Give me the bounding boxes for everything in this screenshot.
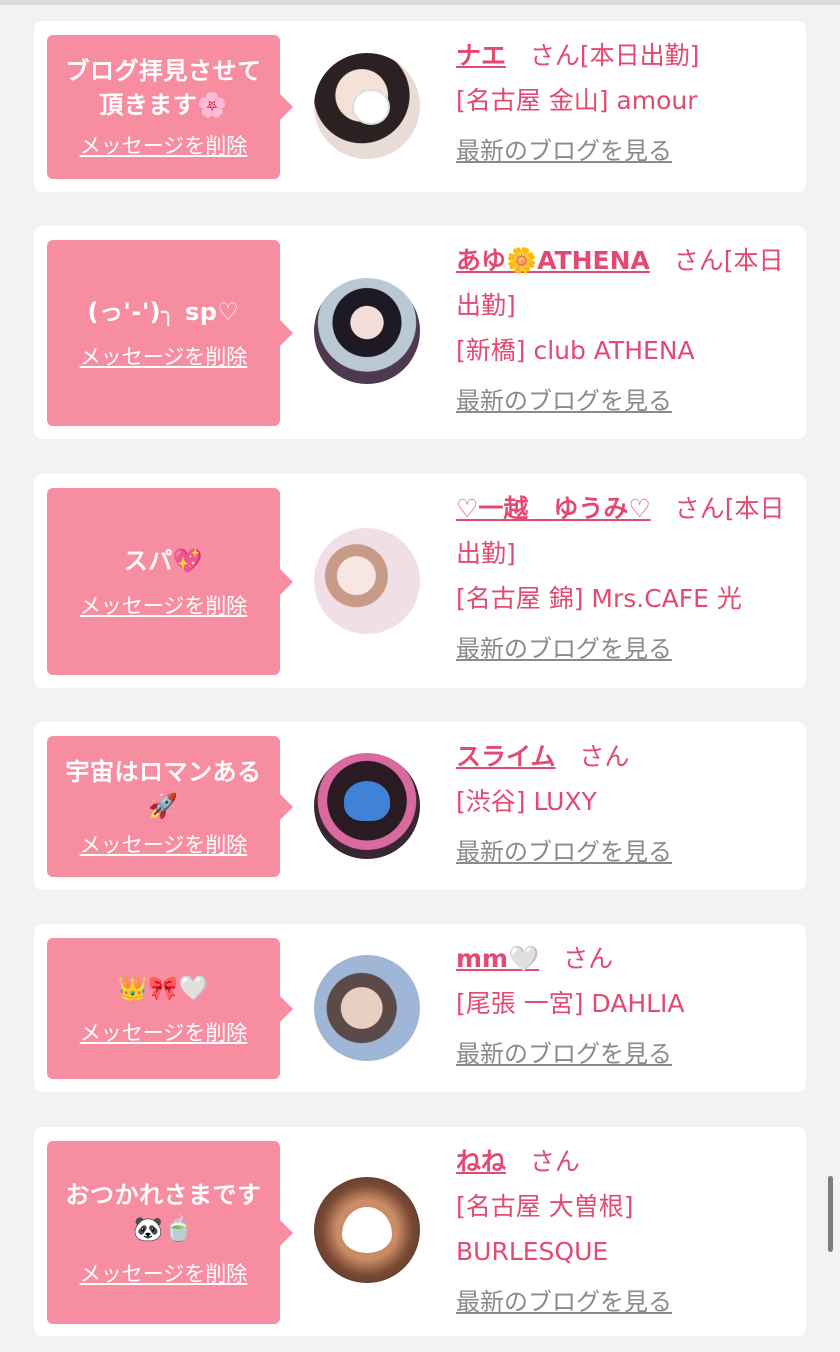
shop-info: [名古屋 大曽根] BURLESQUE xyxy=(456,1192,634,1266)
avatar[interactable] xyxy=(314,753,420,859)
delete-message-link[interactable]: メッセージを削除 xyxy=(80,590,248,620)
list-item: 👑🎀🤍 メッセージを削除 mm🤍 さん [尾張 一宮] DAHLIA 最新のブロ… xyxy=(34,924,806,1092)
message-text: ブログ拝見させて 頂きます🌸 xyxy=(65,57,262,119)
delete-message-link[interactable]: メッセージを削除 xyxy=(80,1258,248,1288)
scrollbar[interactable] xyxy=(828,1176,833,1252)
avatar[interactable] xyxy=(314,1177,420,1283)
profile-name-link[interactable]: ナエ xyxy=(456,41,506,70)
delete-message-link[interactable]: メッセージを削除 xyxy=(80,130,248,160)
honorific: さん xyxy=(529,41,580,70)
profile-name-link[interactable]: ねね xyxy=(456,1147,506,1176)
honorific: さん xyxy=(674,494,725,523)
panda-sticker-icon xyxy=(352,89,390,125)
list-item: スパ💖 メッセージを削除 ♡一越 ゆうみ♡ さん[本日出勤] [名古屋 錦] M… xyxy=(34,474,806,688)
profile-info: mm🤍 さん [尾張 一宮] DAHLIA 最新のブログを見る xyxy=(456,936,786,1077)
message-text: おつかれさまです 🐼🍵 xyxy=(65,1180,262,1243)
shop-info: [新橋] club ATHENA xyxy=(456,336,695,365)
work-status: [本日出勤] xyxy=(579,41,700,70)
honorific: さん xyxy=(563,944,614,973)
delete-message-link[interactable]: メッセージを削除 xyxy=(80,341,248,371)
profile-name-link[interactable]: スライム xyxy=(456,742,556,771)
message-text: スパ💖 xyxy=(123,546,204,575)
list-item: ブログ拝見させて 頂きます🌸 メッセージを削除 ナエ さん[本日出勤] [名古屋… xyxy=(34,21,806,192)
profile-info: ねね さん [名古屋 大曽根] BURLESQUE 最新のブログを見る xyxy=(456,1139,676,1325)
profile-name-link[interactable]: mm🤍 xyxy=(456,944,539,973)
avatar[interactable] xyxy=(314,278,420,384)
avatar[interactable] xyxy=(314,528,420,634)
honorific: さん xyxy=(529,1147,580,1176)
list-item: (っ'-')╮ sp♡ メッセージを削除 あゆ🌼ATHENA さん[本日出勤] … xyxy=(34,226,806,439)
honorific: さん xyxy=(673,246,724,275)
message-text: (っ'-')╮ sp♡ xyxy=(87,298,240,326)
message-bubble: スパ💖 メッセージを削除 xyxy=(47,488,293,675)
profile-name-link[interactable]: ♡一越 ゆうみ♡ xyxy=(456,494,651,523)
message-bubble: ブログ拝見させて 頂きます🌸 メッセージを削除 xyxy=(47,35,293,179)
delete-message-link[interactable]: メッセージを削除 xyxy=(80,1017,248,1047)
heart-sticker-icon xyxy=(342,1207,392,1253)
profile-info: あゆ🌼ATHENA さん[本日出勤] [新橋] club ATHENA 最新のブ… xyxy=(456,238,786,424)
message-text: 宇宙はロマンある 🚀 xyxy=(65,757,262,820)
latest-blog-link[interactable]: 最新のブログを見る xyxy=(456,1280,672,1325)
latest-blog-link[interactable]: 最新のブログを見る xyxy=(456,379,672,424)
shop-info: [尾張 一宮] DAHLIA xyxy=(456,989,685,1018)
profile-info: ♡一越 ゆうみ♡ さん[本日出勤] [名古屋 錦] Mrs.CAFE 光 最新の… xyxy=(456,486,786,672)
profile-name-link[interactable]: あゆ🌼ATHENA xyxy=(456,246,650,275)
slime-icon xyxy=(344,781,390,821)
shop-info: [名古屋 金山] amour xyxy=(456,86,698,115)
profile-info: ナエ さん[本日出勤] [名古屋 金山] amour 最新のブログを見る xyxy=(456,33,786,174)
shop-info: [名古屋 錦] Mrs.CAFE 光 xyxy=(456,584,742,613)
list-item: おつかれさまです 🐼🍵 メッセージを削除 ねね さん [名古屋 大曽根] BUR… xyxy=(34,1127,806,1336)
message-bubble: (っ'-')╮ sp♡ メッセージを削除 xyxy=(47,240,293,426)
avatar[interactable] xyxy=(314,53,420,159)
shop-info: [渋谷] LUXY xyxy=(456,787,597,816)
avatar[interactable] xyxy=(314,955,420,1061)
latest-blog-link[interactable]: 最新のブログを見る xyxy=(456,830,672,875)
latest-blog-link[interactable]: 最新のブログを見る xyxy=(456,129,672,174)
list-item: 宇宙はロマンある 🚀 メッセージを削除 スライム さん [渋谷] LUXY 最新… xyxy=(34,722,806,890)
profile-info: スライム さん [渋谷] LUXY 最新のブログを見る xyxy=(456,734,786,875)
latest-blog-link[interactable]: 最新のブログを見る xyxy=(456,1032,672,1077)
message-bubble: おつかれさまです 🐼🍵 メッセージを削除 xyxy=(47,1141,293,1324)
delete-message-link[interactable]: メッセージを削除 xyxy=(80,829,248,859)
message-text: 👑🎀🤍 xyxy=(117,973,210,1002)
message-bubble: 宇宙はロマンある 🚀 メッセージを削除 xyxy=(47,736,293,877)
honorific: さん xyxy=(579,742,630,771)
top-divider xyxy=(0,0,840,5)
latest-blog-link[interactable]: 最新のブログを見る xyxy=(456,627,672,672)
message-bubble: 👑🎀🤍 メッセージを削除 xyxy=(47,938,293,1079)
